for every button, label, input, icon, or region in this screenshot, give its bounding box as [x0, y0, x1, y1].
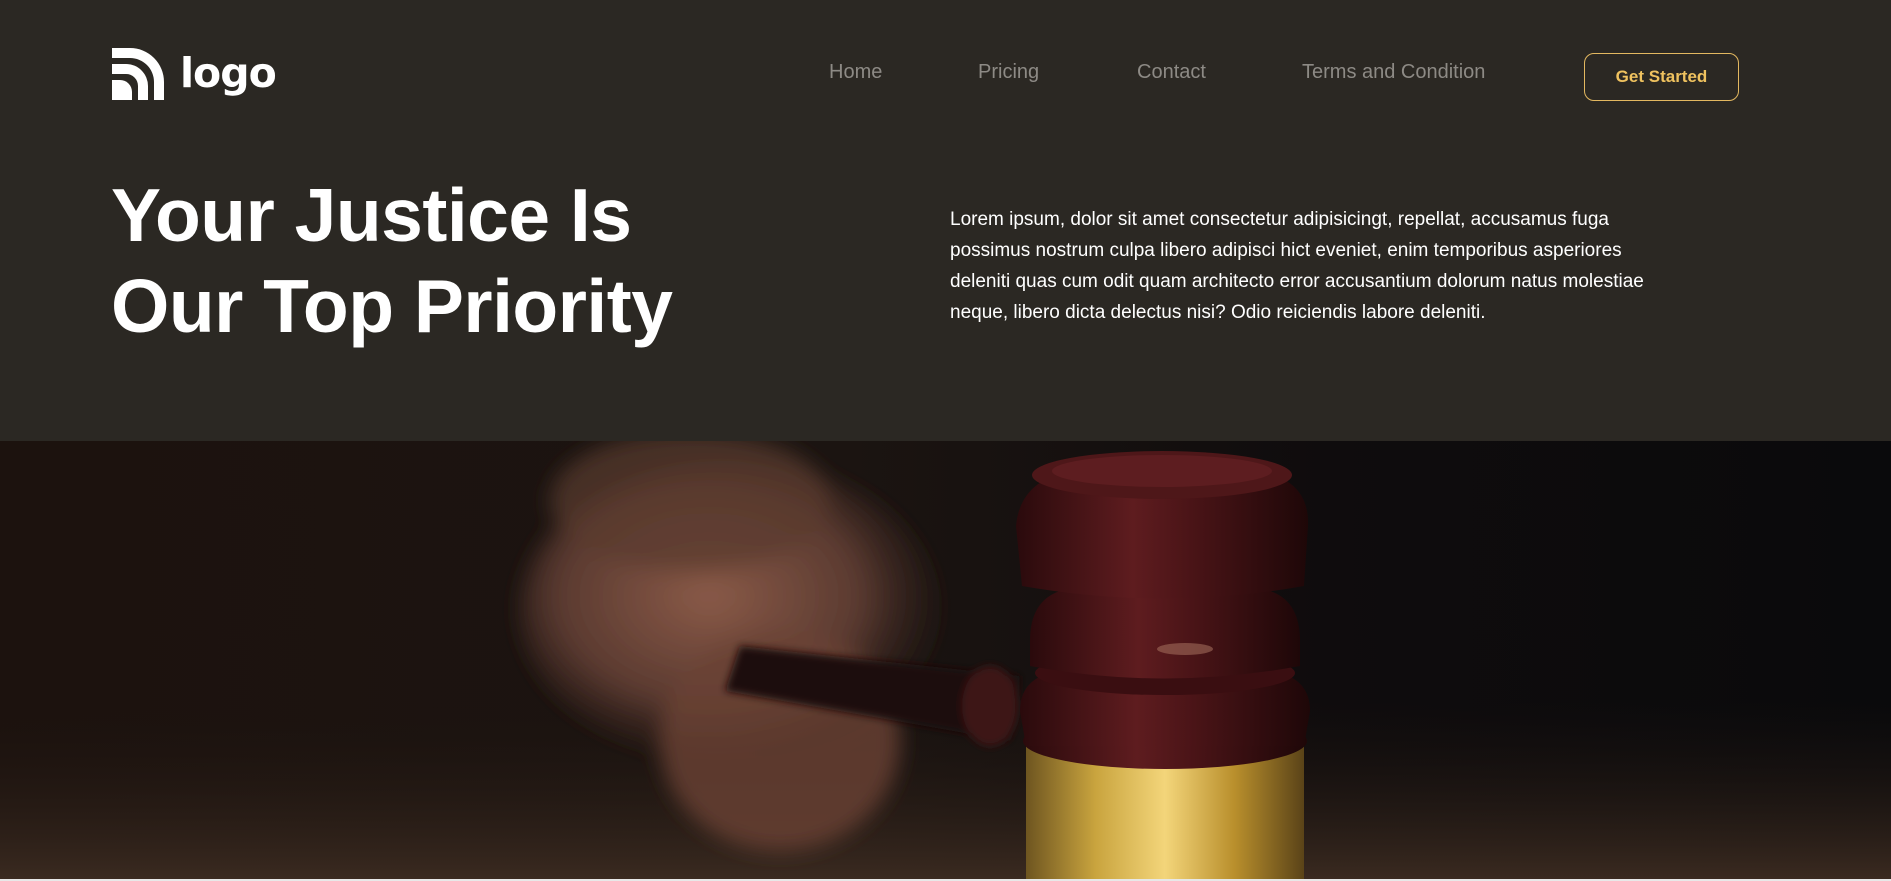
- hero-headline-line-2: Our Top Priority: [111, 264, 673, 348]
- hero-header-section: logo Home Pricing Contact Terms and Cond…: [0, 0, 1891, 441]
- nav-pricing[interactable]: Pricing: [978, 60, 1039, 84]
- get-started-button[interactable]: Get Started: [1584, 53, 1739, 101]
- nav-home[interactable]: Home: [829, 60, 882, 84]
- hero-headline-line-1: Your Justice Is: [111, 173, 632, 257]
- gavel-hero-photo: [0, 441, 1891, 879]
- hero-intro-text: Lorem ipsum, dolor sit amet consectetur …: [950, 209, 1644, 323]
- nav-terms-and-condition[interactable]: Terms and Condition: [1302, 60, 1485, 84]
- gavel-photo-illustration: [0, 441, 1891, 879]
- logo-waves-icon: [112, 48, 164, 100]
- logo-text: logo: [180, 49, 277, 97]
- gavel-head: [1016, 451, 1310, 879]
- logo[interactable]: logo: [112, 46, 277, 100]
- hero-headline: Your Justice Is Our Top Priority: [111, 170, 751, 352]
- nav-contact[interactable]: Contact: [1137, 60, 1206, 84]
